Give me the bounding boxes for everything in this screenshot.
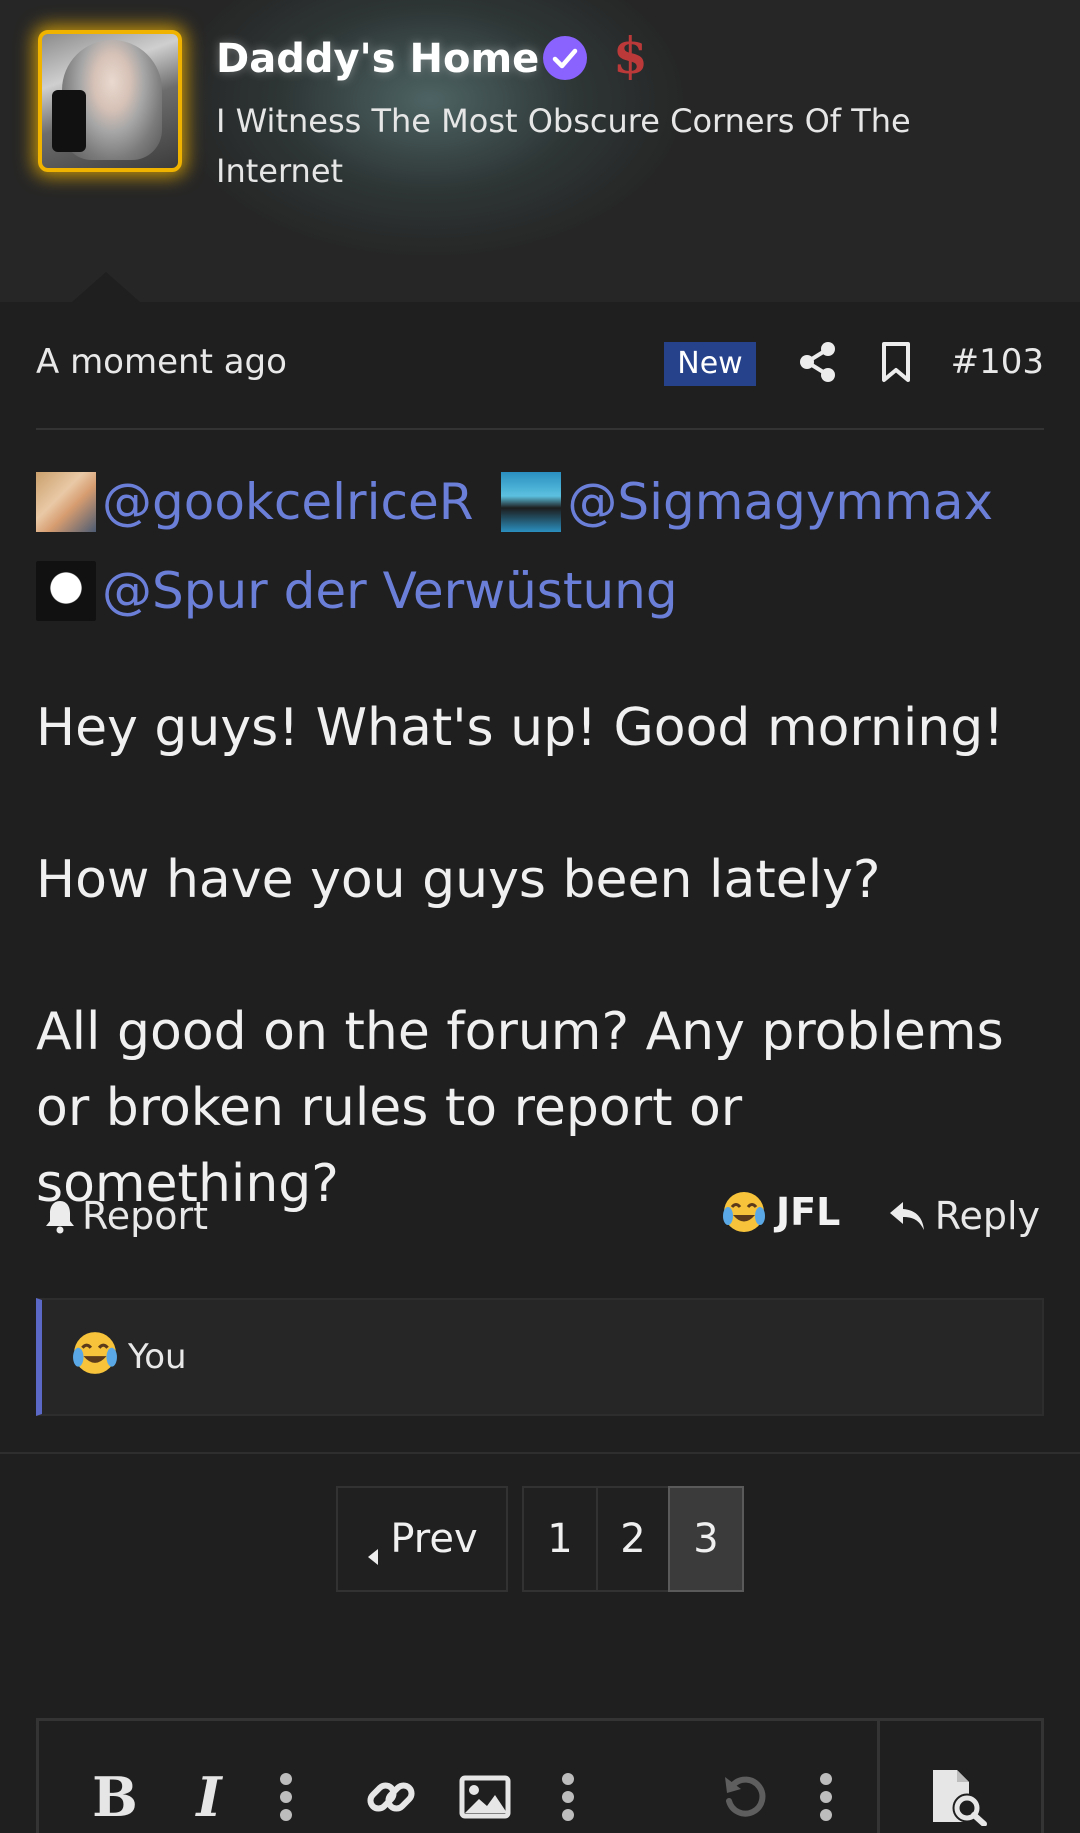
post-body: Hey guys! What's up! Good morning! How h… — [36, 690, 1046, 1222]
page-button-2[interactable]: 2 — [596, 1486, 670, 1592]
post-paragraph: Hey guys! What's up! Good morning! — [36, 698, 1005, 758]
mention-link[interactable]: @Sigmagymmax — [501, 464, 993, 540]
mention-avatar — [501, 472, 562, 532]
verified-check-icon — [543, 36, 587, 80]
post-number-link[interactable]: #103 — [951, 342, 1044, 382]
dollar-icon: $ — [613, 26, 648, 85]
mention-username: @Sigmagymmax — [567, 473, 994, 531]
prev-label: Prev — [390, 1516, 478, 1562]
header-pointer — [72, 272, 140, 302]
image-icon[interactable] — [455, 1767, 515, 1827]
more-options-icon[interactable] — [811, 1767, 841, 1827]
caret-left-icon — [366, 1530, 380, 1565]
reaction-button[interactable]: JFL — [722, 1190, 840, 1234]
report-button[interactable]: Report — [44, 1194, 208, 1238]
link-icon[interactable] — [361, 1767, 421, 1827]
italic-button[interactable]: I — [179, 1765, 239, 1829]
reactions-summary[interactable]: You — [36, 1298, 1044, 1416]
toolbar-separator — [877, 1721, 880, 1833]
divider — [0, 1452, 1080, 1454]
avatar-phone-detail — [52, 90, 86, 152]
author-header: Daddy's Home $ I Witness The Most Obscur… — [0, 0, 1080, 302]
post-action-bar: Report JFL Reply — [36, 1190, 1044, 1250]
author-name[interactable]: Daddy's Home — [216, 36, 539, 82]
bold-button[interactable]: B — [85, 1765, 145, 1829]
mention-link[interactable]: @Spur der Verwüstung — [36, 553, 678, 629]
more-options-icon[interactable] — [553, 1767, 583, 1827]
bookmark-icon[interactable] — [876, 340, 916, 384]
post-paragraph: All good on the forum? Any problems or b… — [36, 1002, 1004, 1214]
preview-document-icon[interactable] — [923, 1767, 993, 1827]
reply-label: Reply — [934, 1194, 1040, 1238]
editor-toolbar: B I — [36, 1718, 1044, 1833]
tears-of-joy-emoji-icon — [722, 1190, 766, 1234]
author-subtitle: I Witness The Most Obscure Corners Of Th… — [216, 102, 911, 190]
report-label: Report — [82, 1194, 208, 1238]
new-badge: New — [664, 342, 756, 386]
reply-arrow-icon — [887, 1198, 927, 1234]
mention-link[interactable]: @gookcelriceR — [36, 464, 473, 540]
page-button-3-current[interactable]: 3 — [668, 1486, 744, 1592]
undo-icon[interactable] — [715, 1767, 775, 1827]
author-avatar[interactable] — [38, 30, 182, 172]
post-timestamp[interactable]: A moment ago — [36, 342, 287, 382]
mention-avatar — [36, 561, 96, 621]
mention-username: @Spur der Verwüstung — [102, 562, 678, 620]
share-icon[interactable] — [796, 340, 840, 384]
reaction-label: JFL — [776, 1190, 841, 1234]
mentions-list: @gookcelriceR @Sigmagymmax @Spur der Ver… — [36, 464, 1046, 642]
mention-avatar — [36, 472, 96, 532]
prev-page-button[interactable]: Prev — [336, 1486, 508, 1592]
tears-of-joy-emoji-icon — [72, 1330, 118, 1385]
post-paragraph: How have you guys been lately? — [36, 850, 881, 910]
reactions-summary-text: You — [128, 1337, 187, 1377]
bell-icon — [44, 1198, 76, 1234]
reply-button[interactable]: Reply — [887, 1194, 1040, 1238]
post-meta-bar: A moment ago New #103 — [36, 330, 1044, 430]
mention-username: @gookcelriceR — [102, 473, 474, 531]
more-options-icon[interactable] — [271, 1767, 301, 1827]
page-button-1[interactable]: 1 — [522, 1486, 598, 1592]
